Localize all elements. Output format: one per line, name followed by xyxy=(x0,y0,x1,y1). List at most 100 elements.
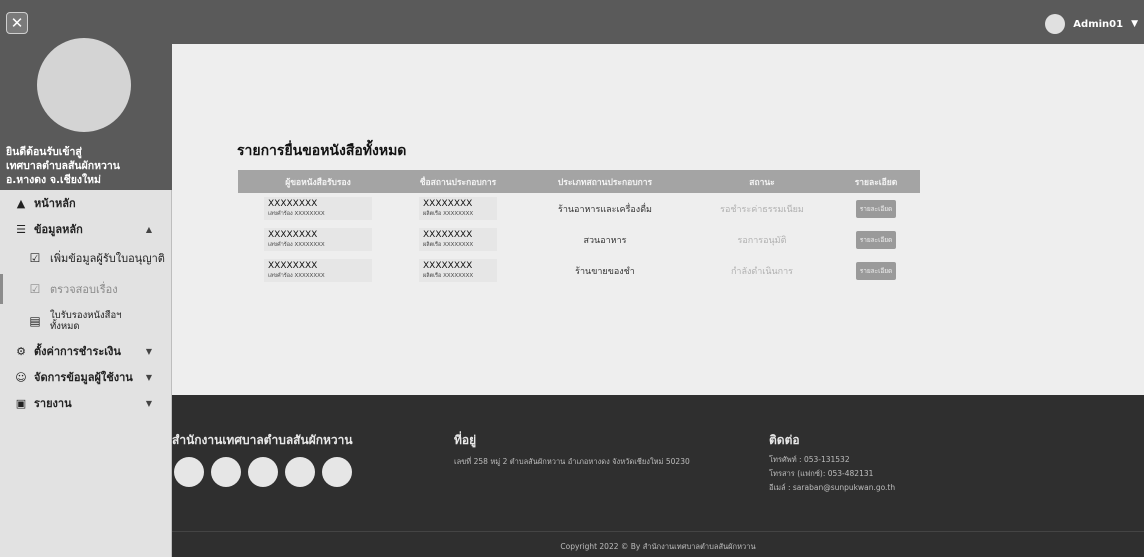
social-icon[interactable] xyxy=(248,457,278,487)
footer-address: เลขที่ 258 หมู่ 2 ตำบลสันผักหวาน อำเภอหา… xyxy=(454,457,690,466)
applicant-box: XXXXXXXX เลขคำร้อง XXXXXXXX xyxy=(264,259,372,282)
sidebar-subitem-verify[interactable]: ☑ ตรวจสอบเรื่อง xyxy=(0,274,172,304)
sidebar: ✕ ยินดีต้อนรับเข้าสู่ เทศบาลตำบลสันผักหว… xyxy=(0,0,172,557)
applicant-box: XXXXXXXX เลขคำร้อง XXXXXXXX xyxy=(264,197,372,220)
applicant-box: XXXXXXXX เลขคำร้อง XXXXXXXX xyxy=(264,228,372,251)
detail-button[interactable]: รายละเอียด xyxy=(855,199,897,218)
welcome-line-3: อ.หางดง จ.เชียงใหม่ xyxy=(6,174,101,186)
close-sidebar-button[interactable]: ✕ xyxy=(6,12,28,34)
cell-detail: รายละเอียด xyxy=(832,255,920,286)
business-name: XXXXXXXX xyxy=(423,261,473,271)
sidebar-item-label: หน้าหลัก xyxy=(34,197,76,210)
footer-org-name: สำนักงานเทศบาลตำบลสันผักหวาน xyxy=(172,433,353,447)
applicant-sub-value: XXXXXXXX xyxy=(294,273,325,279)
applicant-sub-value: XXXXXXXX xyxy=(294,242,325,248)
cell-detail: รายละเอียด xyxy=(832,193,920,224)
sidebar-item-home[interactable]: ▲ หน้าหลัก xyxy=(0,190,172,216)
business-name: XXXXXXXX xyxy=(423,230,473,240)
check-square-icon: ☑ xyxy=(29,282,41,296)
status-badge: รอการอนุมัติ xyxy=(737,235,787,246)
business-sub: ผลิตเรือ XXXXXXXX xyxy=(423,241,493,249)
sidebar-header: ✕ ยินดีต้อนรับเข้าสู่ เทศบาลตำบลสันผักหว… xyxy=(0,0,172,190)
footer-contact: โทรศัพท์ : 053-131532 โทรสาร (แฟกซ์): 05… xyxy=(769,453,895,495)
check-square-icon: ☑ xyxy=(29,251,41,265)
sidebar-item-master-data[interactable]: ☰ ข้อมูลหลัก ▲ xyxy=(0,216,172,242)
chevron-up-icon: ▲ xyxy=(145,224,152,234)
applicant-name: XXXXXXXX xyxy=(268,261,318,271)
footer-divider xyxy=(172,531,1144,532)
avatar xyxy=(1045,14,1066,34)
username: Admin01 xyxy=(1073,18,1124,30)
cell-detail: รายละเอียด xyxy=(832,224,920,255)
business-sub-label: ผลิตเรือ xyxy=(423,273,442,279)
status-badge: รอชำระค่าธรรมเนียม xyxy=(720,204,804,215)
applicant-name: XXXXXXXX xyxy=(268,199,318,209)
applicant-name: XXXXXXXX xyxy=(268,230,318,240)
sidebar-item-label: ตั้งค่าการชำระเงิน xyxy=(34,345,121,358)
detail-button[interactable]: รายละเอียด xyxy=(855,261,897,280)
column-header-status: สถานะ xyxy=(692,170,832,193)
sidebar-item-label: ข้อมูลหลัก xyxy=(34,223,83,236)
sidebar-subitem-add-applicant[interactable]: ☑ เพิ่มข้อมูลผู้รับใบอนุญาติ xyxy=(0,242,172,274)
sidebar-item-label: จัดการข้อมูลผู้ใช้งาน xyxy=(34,371,133,384)
cell-business-type: ร้านอาหารและเครื่องดื่ม xyxy=(558,204,652,215)
applicant-sub: เลขคำร้อง XXXXXXXX xyxy=(268,210,368,218)
welcome-line-2: เทศบาลตำบลสันผักหวาน xyxy=(6,160,120,172)
copyright: Copyright 2022 © By สำนักงานเทศบาลตำบลสั… xyxy=(560,542,756,551)
sidebar-subitem-all-receipts[interactable]: ▤ ใบรับรองหนังสือฯ ทั้งหมด xyxy=(0,304,172,338)
applicant-sub-label: เลขคำร้อง xyxy=(268,273,293,279)
table-header-row: ผู้ขอหนังสือรับรอง ชื่อสถานประกอบการ ประ… xyxy=(238,170,920,193)
applicant-sub: เลขคำร้อง XXXXXXXX xyxy=(268,241,368,249)
page-title: รายการยื่นขอหนังสือทั้งหมด xyxy=(237,143,407,159)
footer-address-heading: ที่อยู่ xyxy=(454,433,477,447)
footer: สำนักงานเทศบาลตำบลสันผักหวาน ที่อยู่ เลข… xyxy=(172,395,1144,557)
column-header-business: ชื่อสถานประกอบการ xyxy=(398,170,518,193)
applicant-sub: เลขคำร้อง XXXXXXXX xyxy=(268,272,368,280)
chevron-down-icon: ▼ xyxy=(1131,19,1138,29)
sidebar-item-payment[interactable]: ⚙ ตั้งค่าการชำระเงิน ▼ xyxy=(0,338,172,364)
footer-contact-heading: ติดต่อ xyxy=(769,433,800,447)
cell-business-type: สวนอาหาร xyxy=(583,235,627,246)
chevron-down-icon: ▼ xyxy=(145,398,152,408)
social-icon[interactable] xyxy=(322,457,352,487)
top-bar: Admin01 ▼ xyxy=(172,0,1144,44)
column-header-applicant: ผู้ขอหนังสือรับรอง xyxy=(238,170,398,193)
business-sub-value: XXXXXXXX xyxy=(443,273,474,279)
social-links xyxy=(174,457,359,487)
cell-business-type: ร้านขายของชำ xyxy=(575,266,635,277)
footer-phone: โทรศัพท์ : 053-131532 xyxy=(769,455,850,464)
footer-fax: โทรสาร (แฟกซ์): 053-482131 xyxy=(769,469,874,478)
business-sub-value: XXXXXXXX xyxy=(443,242,474,248)
social-icon[interactable] xyxy=(285,457,315,487)
user-menu[interactable]: Admin01 ▼ xyxy=(1045,14,1138,34)
receipts-label-line-1: ใบรับรองหนังสือฯ xyxy=(50,310,122,321)
column-header-type: ประเภทสถานประกอบการ xyxy=(518,170,692,193)
welcome-line-1: ยินดีต้อนรับเข้าสู่ xyxy=(6,146,82,158)
sidebar-item-label: ใบรับรองหนังสือฯ ทั้งหมด xyxy=(50,310,121,332)
table-row: XXXXXXXX เลขคำร้อง XXXXXXXX XXXXXXXX ผลิ… xyxy=(238,255,920,286)
home-icon: ▲ xyxy=(16,196,26,210)
detail-button[interactable]: รายละเอียด xyxy=(855,230,897,249)
welcome-text: ยินดีต้อนรับเข้าสู่ เทศบาลตำบลสันผักหวาน… xyxy=(6,145,168,187)
sidebar-item-users[interactable]: ☺ จัดการข้อมูลผู้ใช้งาน ▼ xyxy=(0,364,172,390)
cell-business: XXXXXXXX ผลิตเรือ XXXXXXXX xyxy=(398,193,518,224)
sidebar-item-label: เพิ่มข้อมูลผู้รับใบอนุญาติ xyxy=(50,252,165,265)
business-sub-label: ผลิตเรือ xyxy=(423,242,442,248)
business-sub: ผลิตเรือ XXXXXXXX xyxy=(423,272,493,280)
business-sub: ผลิตเรือ XXXXXXXX xyxy=(423,210,493,218)
cell-business: XXXXXXXX ผลิตเรือ XXXXXXXX xyxy=(398,224,518,255)
sidebar-item-reports[interactable]: ▣ รายงาน ▼ xyxy=(0,390,172,416)
receipts-label-line-2: ทั้งหมด xyxy=(50,321,80,332)
social-icon[interactable] xyxy=(174,457,204,487)
business-sub-value: XXXXXXXX xyxy=(443,211,474,217)
cell-applicant: XXXXXXXX เลขคำร้อง XXXXXXXX xyxy=(238,255,398,286)
social-icon[interactable] xyxy=(211,457,241,487)
cell-applicant: XXXXXXXX เลขคำร้อง XXXXXXXX xyxy=(238,224,398,255)
cell-applicant: XXXXXXXX เลขคำร้อง XXXXXXXX xyxy=(238,193,398,224)
documents-icon: ▤ xyxy=(29,313,41,328)
users-icon: ☺ xyxy=(15,370,27,384)
applicant-sub-label: เลขคำร้อง xyxy=(268,211,293,217)
footer-email[interactable]: อีเมล์ : saraban@sunpukwan.go.th xyxy=(769,481,895,495)
column-header-detail: รายละเอียด xyxy=(832,170,920,193)
chevron-down-icon: ▼ xyxy=(145,346,152,356)
